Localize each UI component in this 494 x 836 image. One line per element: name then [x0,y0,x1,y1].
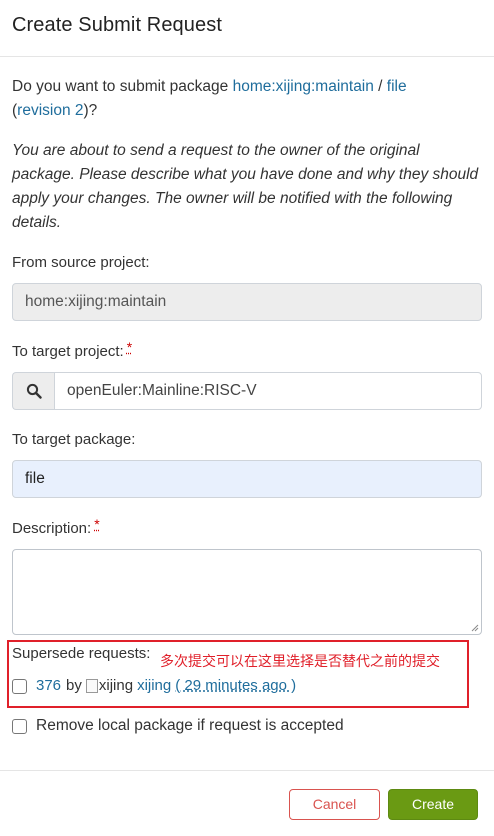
avatar-alt: xijing [98,677,134,694]
target-project-label-text: To target project: [12,343,124,360]
required-marker: * [94,516,100,532]
target-project-input-group: openEuler:Mainline:RISC-V [12,372,482,410]
request-link[interactable]: 376 [36,675,61,697]
question-separator: / [373,78,387,95]
dialog-footer: Cancel Create [0,770,494,836]
search-icon [12,372,54,410]
cancel-button[interactable]: Cancel [289,789,380,820]
source-project-field: home:xijing:maintain [12,283,482,321]
remove-local-label: Remove local package if request is accep… [36,717,344,734]
user-link[interactable]: xijing [137,675,171,697]
target-package-label: To target package: [12,431,136,448]
remove-local-checkbox[interactable] [12,718,27,734]
resize-grip-icon[interactable] [471,624,479,632]
revision-link[interactable]: revision 2 [17,102,83,119]
remove-local-row: Remove local package if request is accep… [12,717,344,735]
supersede-label: Supersede requests: [12,645,151,662]
source-project-link[interactable]: home:xijing:maintain [233,78,374,95]
submit-question: Do you want to submit package home:xijin… [12,75,482,123]
description-label: Description: * [12,516,482,539]
dialog-header: Create Submit Request [0,0,494,57]
user-avatar: xijing [85,675,134,697]
supersede-request-row: 376 by xijing xijing ( 29 minutes ago ) [12,675,296,697]
create-button[interactable]: Create [388,789,478,820]
by-text: by [66,677,82,694]
question-prefix: Do you want to submit package [12,78,233,95]
dialog-title: Create Submit Request [12,14,222,36]
annotation-note: 多次提交可以在这里选择是否替代之前的提交 [160,654,440,670]
dialog-body: Do you want to submit package home:xijin… [0,75,494,635]
description-textarea[interactable] [12,549,482,635]
required-marker: * [126,339,133,355]
supersede-checkbox[interactable] [12,678,27,694]
intro-text: You are about to send a request to the o… [12,142,479,231]
question-close: )? [83,102,98,119]
request-time: ( 29 minutes ago ) [175,677,297,694]
broken-image-icon [85,679,98,693]
description-label-text: Description: [12,520,92,537]
target-project-input[interactable]: openEuler:Mainline:RISC-V [54,372,482,410]
submit-request-dialog: Create Submit Request Do you want to sub… [0,0,494,836]
target-package-input[interactable]: file [12,460,482,498]
target-project-label: To target project: * [12,339,482,362]
source-project-label: From source project: [12,254,150,271]
source-package-link[interactable]: file [387,78,407,95]
